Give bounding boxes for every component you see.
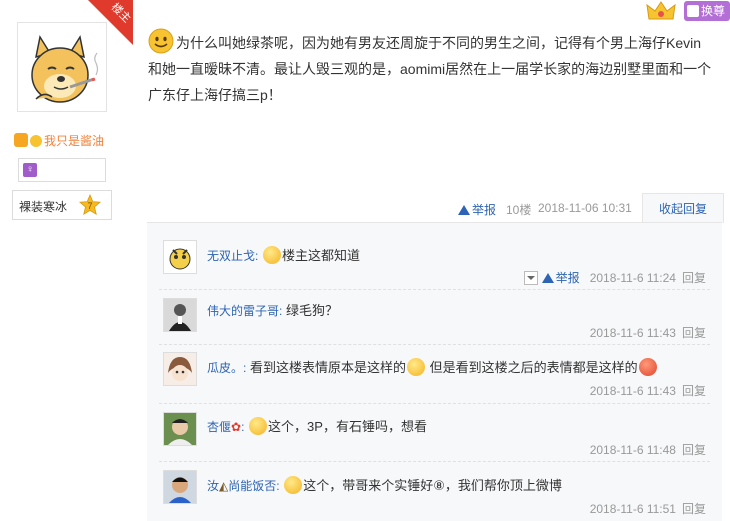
- comment-footer: 2018-11-6 11:48 回复: [590, 441, 706, 458]
- warning-icon: [541, 273, 554, 283]
- tag-label: 裸装寒冰: [19, 200, 68, 214]
- comment-username[interactable]: 杏偃✿:: [207, 420, 244, 434]
- flag-icon: ◭: [219, 479, 229, 493]
- swap-icon: [687, 5, 699, 17]
- post-text-line-3: 广东仔上海仔搞三p！: [148, 87, 282, 103]
- comment-username[interactable]: 瓜皮。:: [207, 361, 246, 375]
- username-text: 杏偃: [207, 420, 232, 434]
- surprised-emoji-icon: [406, 358, 425, 376]
- comment-time: 2018-11-6 11:51: [589, 502, 676, 516]
- comment-divider: [159, 461, 710, 463]
- comment-username[interactable]: 汝◭尚能饭否:: [207, 479, 280, 493]
- post-text-line-2: 和她一直暧昧不清。最让人毁三观的是，aomimi居然在上一届学长家的海边别墅里面…: [148, 61, 712, 77]
- comment-footer: 2018-11-6 11:43 回复: [590, 382, 706, 399]
- comment-body: 汝◭尚能饭否: 这个，带哥来个实锤好⑧，我们帮你顶上微博: [207, 475, 562, 494]
- grin-emoji-icon: [249, 417, 268, 435]
- comment-divider: [159, 289, 710, 291]
- report-label[interactable]: 举报: [472, 203, 496, 217]
- gender-field: ♀: [18, 158, 106, 182]
- dropdown-icon[interactable]: [523, 271, 538, 285]
- comment-time: 2018-11-6 11:48: [589, 443, 676, 457]
- username-text: 汝: [207, 479, 220, 493]
- comment-text: 这个，带哥来个实锤好⑧，我们帮你顶上微博: [303, 478, 562, 493]
- comment-divider: [159, 403, 710, 405]
- comment-text: 绿毛狗？: [285, 303, 338, 318]
- comment-text: 这个，3P，有石锤吗，想看: [268, 419, 427, 434]
- comment-username[interactable]: 无双止戈:: [207, 249, 258, 263]
- comment-divider: [159, 344, 710, 346]
- maple-leaf-icon: ✿: [231, 420, 242, 434]
- author-badge: 楼主: [88, 0, 133, 45]
- comment-time: 2018-11-6 11:24: [589, 271, 676, 285]
- comment-avatar[interactable]: [163, 470, 197, 504]
- comment-body: 瓜皮。: 看到这楼表情原本是这样的 但是看到这楼之后的表情都是这样的: [207, 357, 658, 376]
- comment-body: 伟大的雷子哥: 绿毛狗？: [207, 300, 338, 319]
- comment-reply-link[interactable]: 回复: [682, 326, 706, 340]
- smile-emoji-icon: [148, 28, 174, 54]
- laugh-emoji-icon: [284, 476, 303, 494]
- level-star-icon: 7: [79, 194, 101, 216]
- comment-body: 杏偃✿: 这个，3P，有石锤吗，想看: [207, 416, 427, 435]
- comment-text: 看到这楼表情原本是这样的: [249, 360, 406, 375]
- comment-reply-link[interactable]: 回复: [682, 384, 706, 398]
- grumpy-emoji-icon: [262, 246, 281, 264]
- comment-body: 无双止戈: 楼主这都知道: [207, 245, 360, 264]
- post-text-line-1: 为什么叫她绿茶呢，因为她有男友还周旋于不同的男生之间，记得有个男上海仔Kevin: [176, 35, 702, 51]
- comment-footer: 举报 2018-11-6 11:24 回复: [523, 269, 706, 286]
- post-report-link[interactable]: 举报: [458, 201, 496, 218]
- female-gender-icon: ♀: [23, 163, 37, 177]
- comment-username[interactable]: 伟大的雷子哥:: [207, 304, 282, 318]
- floor-number: 10楼: [506, 203, 532, 217]
- collapse-replies-button[interactable]: 收起回复: [642, 193, 724, 223]
- comment-avatar[interactable]: [163, 412, 197, 446]
- angry-emoji-icon: [638, 358, 657, 376]
- post-time: 2018-11-06 10:31: [538, 201, 632, 215]
- member-icon: [14, 133, 28, 147]
- crown-icon[interactable]: [646, 0, 676, 22]
- comment-avatar[interactable]: [163, 298, 197, 332]
- signature-text: 我只是酱油: [44, 134, 105, 148]
- username-suffix: 尚能饭否:: [228, 479, 280, 493]
- comment-report-link[interactable]: 举报: [556, 271, 580, 285]
- comment-time: 2018-11-6 11:43: [589, 384, 676, 398]
- username-suffix: :: [241, 420, 245, 434]
- comment-avatar[interactable]: [163, 352, 197, 386]
- swap-button[interactable]: 换尊: [684, 1, 730, 21]
- comment-text: 楼主这都知道: [281, 248, 360, 263]
- comment-reply-link[interactable]: 回复: [682, 271, 706, 285]
- comment-footer: 2018-11-6 11:43 回复: [590, 324, 706, 341]
- comment-reply-link[interactable]: 回复: [682, 443, 706, 457]
- comment-reply-link[interactable]: 回复: [682, 502, 706, 516]
- post-content: 为什么叫她绿茶呢，因为她有男友还周旋于不同的男生之间，记得有个男上海仔Kevin…: [148, 28, 718, 108]
- comment-avatar[interactable]: [163, 240, 197, 274]
- swap-label: 换尊: [701, 4, 726, 18]
- author-tag[interactable]: 裸装寒冰 7: [12, 190, 112, 220]
- author-signature: 我只是酱油: [14, 132, 104, 149]
- comment-time: 2018-11-6 11:43: [589, 326, 676, 340]
- level-number: 7: [87, 201, 92, 211]
- smile-icon: [30, 135, 42, 147]
- comment-footer: 2018-11-6 11:51 回复: [590, 500, 706, 517]
- warning-icon: [458, 205, 470, 215]
- comment-text-continued: 但是看到这楼之后的表情都是这样的: [429, 360, 638, 375]
- comment-list: 无双止戈: 楼主这都知道 举报 2018-11-6 11:24 回复 伟大的雷子哥…: [147, 222, 722, 521]
